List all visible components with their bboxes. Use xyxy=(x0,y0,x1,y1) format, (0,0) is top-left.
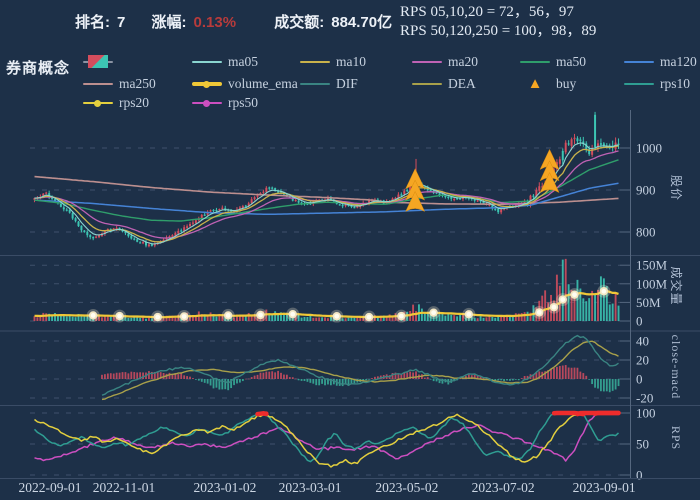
legend-item-rps20[interactable]: rps20 xyxy=(83,95,149,110)
svg-text:0: 0 xyxy=(636,314,643,329)
legend-label: ma120 xyxy=(660,54,697,69)
rps10-swatch-icon xyxy=(624,83,654,85)
legend-label: rps20 xyxy=(119,95,149,110)
svg-text:成交量: 成交量 xyxy=(669,266,684,305)
svg-text:50M: 50M xyxy=(636,295,661,310)
legend-item-ma250[interactable]: ma250 xyxy=(83,76,156,91)
x-axis-labels: 2022-09-01 2022-11-01 2023-01-02 2023-03-01… xyxy=(19,480,636,495)
rps-panel xyxy=(33,410,621,468)
volume-panel xyxy=(33,258,620,323)
ma05-swatch-icon xyxy=(192,61,222,63)
legend-label: ma05 xyxy=(228,54,258,69)
svg-text:800: 800 xyxy=(636,225,656,240)
legend-label: DIF xyxy=(336,76,358,91)
svg-text:2022-11-01: 2022-11-01 xyxy=(93,480,156,495)
legend: ma05 ma10 ma20 ma50 ma120 ma250 volume_ema DIF D… xyxy=(0,0,700,112)
legend-item-DIF[interactable]: DIF xyxy=(300,76,358,91)
rps50-swatch-icon xyxy=(192,99,222,107)
svg-text:2023-03-01: 2023-03-01 xyxy=(279,480,342,495)
svg-text:2023-05-02: 2023-05-02 xyxy=(375,480,438,495)
svg-text:0: 0 xyxy=(636,372,643,387)
legend-item-rps50[interactable]: rps50 xyxy=(192,95,258,110)
svg-text:150M: 150M xyxy=(636,258,668,273)
svg-text:40: 40 xyxy=(636,334,649,349)
legend-item-ma05[interactable]: ma05 xyxy=(192,54,258,69)
legend-label: volume_ema xyxy=(228,76,298,91)
svg-text:2023-09-01: 2023-09-01 xyxy=(573,480,636,495)
svg-text:900: 900 xyxy=(636,183,656,198)
volume_ema-swatch-icon xyxy=(192,80,222,88)
legend-item-ma120[interactable]: ma120 xyxy=(624,54,697,69)
legend-item-volume_ema[interactable]: volume_ema xyxy=(192,76,298,91)
legend-label: rps50 xyxy=(228,95,258,110)
legend-label: rps10 xyxy=(660,76,690,91)
ma50-swatch-icon xyxy=(520,61,550,63)
macd-panel xyxy=(101,334,620,401)
legend-item-rps10[interactable]: rps10 xyxy=(624,76,690,91)
legend-item-kline[interactable] xyxy=(83,55,113,69)
svg-text:RPS: RPS xyxy=(669,426,683,450)
DEA-swatch-icon xyxy=(412,83,442,85)
ma10-swatch-icon xyxy=(300,61,330,63)
legend-label: DEA xyxy=(448,76,476,91)
legend-item-ma10[interactable]: ma10 xyxy=(300,54,366,69)
legend-item-DEA[interactable]: DEA xyxy=(412,76,476,91)
legend-label: buy xyxy=(556,76,577,91)
svg-text:0: 0 xyxy=(636,468,643,483)
legend-label: ma250 xyxy=(119,76,156,91)
legend-label: ma10 xyxy=(336,54,366,69)
svg-text:2023-07-02: 2023-07-02 xyxy=(472,480,535,495)
legend-label: ma20 xyxy=(448,54,478,69)
legend-item-ma20[interactable]: ma20 xyxy=(412,54,478,69)
svg-text:2022-09-01: 2022-09-01 xyxy=(19,480,82,495)
ma120-swatch-icon xyxy=(624,61,654,63)
svg-text:1000: 1000 xyxy=(636,141,662,156)
legend-item-ma50[interactable]: ma50 xyxy=(520,54,586,69)
svg-text:50: 50 xyxy=(636,437,649,452)
ma250-swatch-icon xyxy=(83,83,113,85)
legend-item-buy[interactable]: ▲ buy xyxy=(520,75,577,92)
price-panel xyxy=(33,111,620,248)
svg-text:20: 20 xyxy=(636,353,649,368)
svg-text:股价: 股价 xyxy=(669,175,683,201)
stock-dashboard: 1000 900 800 150M 100M 50M 0 40 20 0 -20 100 50 0 股价成交… xyxy=(0,0,700,500)
legend-label: ma50 xyxy=(556,54,586,69)
ma20-swatch-icon xyxy=(412,61,442,63)
rps20-swatch-icon xyxy=(83,99,113,107)
DIF-swatch-icon xyxy=(300,83,330,85)
kline-legend-icon xyxy=(83,55,113,68)
buy-triangle-icon: ▲ xyxy=(527,75,543,92)
svg-text:close-macd: close-macd xyxy=(669,335,683,400)
buy-signal-markers xyxy=(405,148,560,213)
svg-text:-20: -20 xyxy=(636,391,653,406)
svg-text:100M: 100M xyxy=(636,276,668,291)
svg-text:100: 100 xyxy=(636,406,656,421)
svg-text:2023-01-02: 2023-01-02 xyxy=(193,480,256,495)
